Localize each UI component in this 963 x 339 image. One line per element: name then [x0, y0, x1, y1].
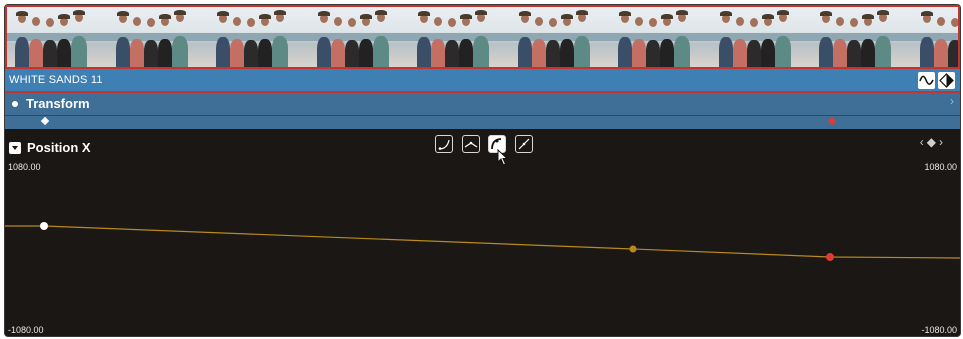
- transform-label: Transform: [26, 96, 90, 111]
- transform-keyframe[interactable]: [40, 116, 50, 126]
- diamond-icon: [939, 73, 954, 88]
- clip-name: WHITE SANDS 11: [9, 74, 103, 86]
- filmstrip-frame: [208, 7, 309, 67]
- filmstrip-frame: [911, 7, 958, 67]
- chevron-right-icon[interactable]: ›: [950, 94, 954, 108]
- filmstrip-frame: [509, 7, 610, 67]
- animation-curve[interactable]: [5, 225, 960, 259]
- filmstrip-frame: [107, 7, 208, 67]
- parameter-label: Position X: [27, 140, 91, 155]
- keyframe-curve-editor: WHITE SANDS 11 Transform › Position X ‹◆…: [4, 4, 961, 337]
- filmstrip-frame: [710, 7, 811, 67]
- transform-header[interactable]: Transform ›: [5, 93, 960, 116]
- curve-keyframe-start[interactable]: [40, 222, 48, 230]
- bezier-icon: [518, 138, 530, 150]
- position-x-curve-graph[interactable]: [5, 159, 960, 336]
- keyframe-navigation[interactable]: ‹◆›: [920, 135, 946, 149]
- filmstrip-frame: [610, 7, 711, 67]
- filmstrip-frame: [409, 7, 510, 67]
- bezier-tool-button[interactable]: [515, 135, 533, 153]
- curve-keyframe-selected[interactable]: [826, 253, 834, 261]
- clip-filmstrip[interactable]: [5, 5, 960, 69]
- chevron-down-icon[interactable]: [9, 142, 21, 154]
- filmstrip-frame: [308, 7, 409, 67]
- ease-in-icon: [438, 139, 450, 150]
- filmstrip-frame: [7, 7, 108, 67]
- curve-handle[interactable]: [629, 245, 637, 253]
- curve-toggle-button[interactable]: [918, 72, 935, 89]
- parameter-header: Position X ‹◆›: [5, 129, 960, 166]
- transform-keyframe-selected[interactable]: [827, 116, 837, 126]
- transform-dot-icon: [12, 101, 18, 107]
- linear-icon: [464, 141, 478, 148]
- keyframe-toggle-button[interactable]: [938, 72, 955, 89]
- filmstrip-frame: [811, 7, 912, 67]
- transform-track[interactable]: Transform ›: [5, 93, 960, 129]
- ease-in-tool-button[interactable]: [435, 135, 453, 153]
- sine-wave-icon: [919, 75, 934, 85]
- clip-bar[interactable]: WHITE SANDS 11: [5, 69, 960, 93]
- linear-tool-button[interactable]: [462, 135, 480, 153]
